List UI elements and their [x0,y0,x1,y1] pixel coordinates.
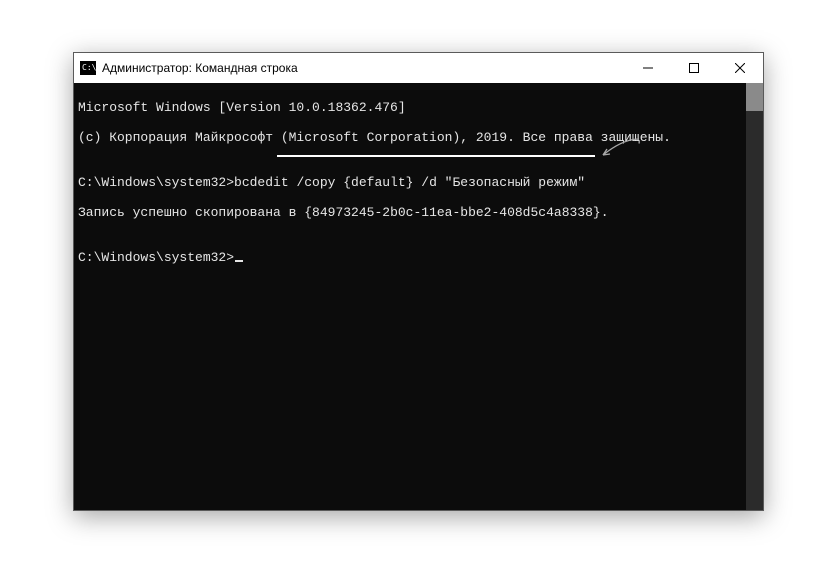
scrollbar-thumb[interactable] [746,83,763,111]
result-guid: {84973245-2b0c-11ea-bbe2-408d5c4a8338} [304,205,600,220]
prompt-command: bcdedit /copy {default} /d "Безопасный р… [234,175,585,190]
minimize-button[interactable] [625,53,671,83]
prompt-prefix: C:\Windows\system32> [78,250,234,265]
window-title: Администратор: Командная строка [102,61,298,75]
maximize-button[interactable] [671,53,717,83]
cursor [235,260,243,262]
cmd-icon-text: C:\ [82,64,96,72]
cmd-icon: C:\ [80,61,96,75]
close-button[interactable] [717,53,763,83]
prompt-prefix: C:\Windows\system32> [78,175,234,190]
titlebar[interactable]: C:\ Администратор: Командная строка [74,53,763,83]
annotation-arrow [601,137,641,157]
annotation-underline [277,155,595,157]
cmd-window: C:\ Администратор: Командная строка Micr… [73,52,764,511]
result-suffix: . [601,205,609,220]
terminal-output[interactable]: Microsoft Windows [Version 10.0.18362.47… [74,83,746,510]
prompt-line: C:\Windows\system32>bcdedit /copy {defau… [78,175,742,190]
output-line: Запись успешно скопирована в {84973245-2… [78,205,742,220]
output-line: Microsoft Windows [Version 10.0.18362.47… [78,100,742,115]
result-prefix: Запись успешно скопирована в [78,205,304,220]
window-buttons [625,53,763,83]
prompt-line: C:\Windows\system32> [78,250,742,265]
vertical-scrollbar[interactable] [746,83,763,510]
client-area: Microsoft Windows [Version 10.0.18362.47… [74,83,763,510]
output-line: (c) Корпорация Майкрософт (Microsoft Cor… [78,130,742,145]
